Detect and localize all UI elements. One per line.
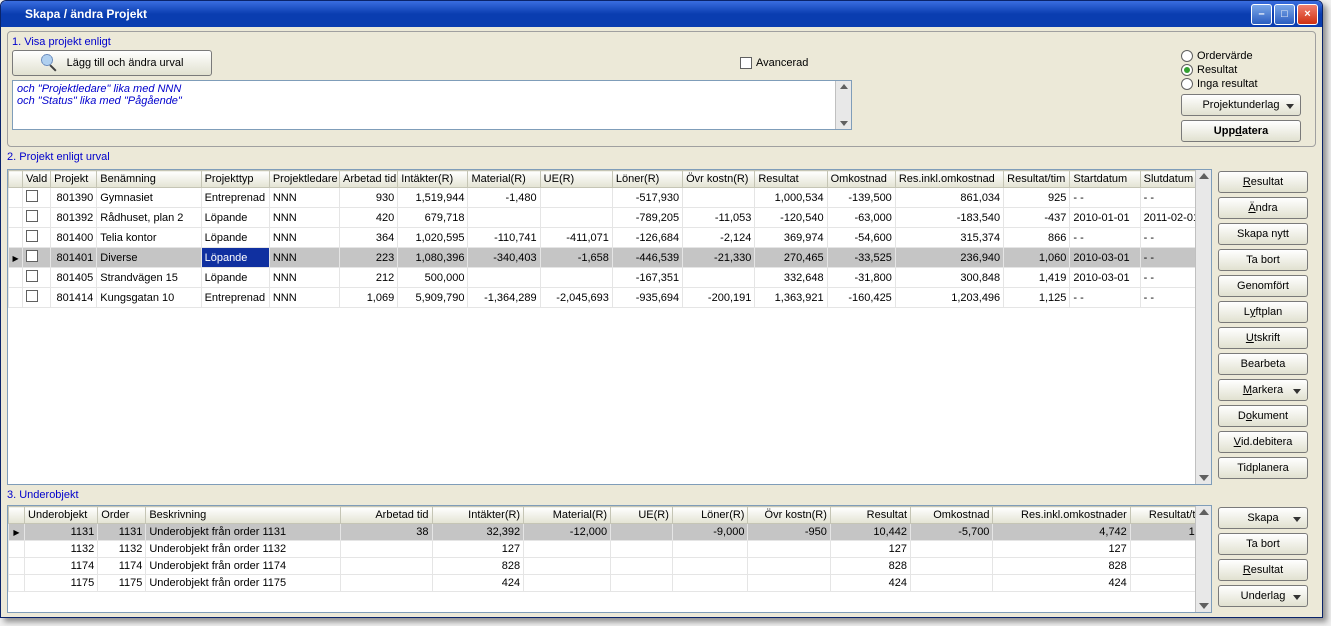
- scrollbar[interactable]: [1195, 170, 1211, 484]
- section3-label: 3. Underobjekt: [7, 489, 1316, 501]
- radio-inga[interactable]: [1181, 78, 1193, 90]
- skapa-button[interactable]: Skapa: [1218, 507, 1308, 529]
- add-filter-button[interactable]: Lägg till och ändra urval: [12, 50, 212, 76]
- app-window: Skapa / ändra Projekt – □ × 1. Visa proj…: [0, 0, 1323, 618]
- window-buttons: – □ ×: [1251, 4, 1318, 25]
- tidplanera-button[interactable]: Tidplanera: [1218, 457, 1308, 479]
- radio-label: Inga resultat: [1197, 78, 1258, 90]
- column-header[interactable]: Omkostnad: [911, 507, 993, 524]
- column-header[interactable]: UE(R): [540, 171, 612, 188]
- row-checkbox[interactable]: [26, 190, 38, 202]
- uppdatera-button[interactable]: Uppdatera: [1181, 120, 1301, 142]
- resultat-button[interactable]: Resultat: [1218, 559, 1308, 581]
- titlebar: Skapa / ändra Projekt – □ ×: [1, 1, 1322, 27]
- column-header[interactable]: Benämning: [97, 171, 201, 188]
- utskrift-button[interactable]: Utskrift: [1218, 327, 1308, 349]
- scrollbar[interactable]: [1195, 506, 1211, 612]
- app-icon: [5, 6, 21, 22]
- table-row[interactable]: 11311131Underobjekt från order 11313832,…: [9, 524, 1211, 541]
- projektunderlag-button[interactable]: Projektunderlag: [1181, 94, 1301, 116]
- table-row[interactable]: 801414Kungsgatan 10EntreprenadNNN1,0695,…: [9, 288, 1211, 308]
- radio-ordervarde[interactable]: [1181, 50, 1193, 62]
- result-mode-radios: Ordervärde Resultat Inga resultat: [1181, 50, 1311, 90]
- table-row[interactable]: 801400Telia kontorLöpandeNNN3641,020,595…: [9, 228, 1211, 248]
- scrollbar[interactable]: [835, 81, 851, 129]
- row-checkbox[interactable]: [26, 270, 38, 282]
- skapa-nytt-button[interactable]: Skapa nytt: [1218, 223, 1308, 245]
- search-icon: [41, 54, 59, 72]
- filter-line: och "Status" lika med "Pågående": [17, 95, 847, 107]
- column-header[interactable]: Order: [98, 507, 146, 524]
- radio-label: Resultat: [1197, 64, 1237, 76]
- underobjekt-side-buttons: Skapa Ta bort Resultat Underlag: [1216, 505, 1316, 613]
- table-row[interactable]: 11741174Underobjekt från order 117482882…: [9, 558, 1211, 575]
- column-header[interactable]: Res.inkl.omkostnader: [993, 507, 1130, 524]
- row-checkbox[interactable]: [26, 250, 38, 262]
- table-row[interactable]: 11321132Underobjekt från order 113212712…: [9, 541, 1211, 558]
- vid-debitera-button[interactable]: Vid.debitera: [1218, 431, 1308, 453]
- dokument-button[interactable]: Dokument: [1218, 405, 1308, 427]
- table-row[interactable]: 801392Rådhuset, plan 2LöpandeNNN420679,7…: [9, 208, 1211, 228]
- column-header[interactable]: Res.inkl.omkostnad: [895, 171, 1003, 188]
- projects-side-buttons: Resultat Ändra Skapa nytt Ta bort Genomf…: [1216, 169, 1316, 485]
- resultat-button[interactable]: Resultat: [1218, 171, 1308, 193]
- column-header[interactable]: Projektledare: [269, 171, 339, 188]
- filter-panel: 1. Visa projekt enligt Lägg till och änd…: [7, 31, 1316, 147]
- add-filter-label: Lägg till och ändra urval: [67, 57, 184, 69]
- column-header[interactable]: Arbetad tid: [340, 507, 432, 524]
- filter-line: och "Projektledare" lika med NNN: [17, 83, 847, 95]
- column-header[interactable]: Löner(R): [672, 507, 748, 524]
- radio-label: Ordervärde: [1197, 50, 1253, 62]
- bearbeta-button[interactable]: Bearbeta: [1218, 353, 1308, 375]
- lyftplan-button[interactable]: Lyftplan: [1218, 301, 1308, 323]
- ta-bort-button[interactable]: Ta bort: [1218, 249, 1308, 271]
- genomfort-button[interactable]: Genomfört: [1218, 275, 1308, 297]
- table-row[interactable]: 801405Strandvägen 15LöpandeNNN212500,000…: [9, 268, 1211, 288]
- column-header[interactable]: Intäkter(R): [398, 171, 468, 188]
- table-row[interactable]: 801390GymnasietEntreprenadNNN9301,519,94…: [9, 188, 1211, 208]
- column-header[interactable]: Arbetad tid: [340, 171, 398, 188]
- projektunderlag-label: Projektunderlag: [1202, 99, 1279, 111]
- column-header[interactable]: Intäkter(R): [432, 507, 524, 524]
- table-row[interactable]: 801401DiverseLöpandeNNN2231,080,396-340,…: [9, 248, 1211, 268]
- advanced-label: Avancerad: [756, 57, 808, 69]
- radio-resultat[interactable]: [1181, 64, 1193, 76]
- minimize-button[interactable]: –: [1251, 4, 1272, 25]
- column-header[interactable]: Underobjekt: [25, 507, 98, 524]
- maximize-button[interactable]: □: [1274, 4, 1295, 25]
- column-header[interactable]: Löner(R): [612, 171, 682, 188]
- table-row[interactable]: 11751175Underobjekt från order 117542442…: [9, 575, 1211, 592]
- column-header[interactable]: Resultat: [830, 507, 910, 524]
- row-checkbox[interactable]: [26, 290, 38, 302]
- column-header[interactable]: Startdatum: [1070, 171, 1140, 188]
- column-header[interactable]: Material(R): [524, 507, 611, 524]
- column-header[interactable]: Resultat/tim: [1004, 171, 1070, 188]
- markera-button[interactable]: Markera: [1218, 379, 1308, 401]
- row-checkbox[interactable]: [26, 210, 38, 222]
- underobjekt-grid[interactable]: UnderobjektOrderBeskrivningArbetad tidIn…: [7, 505, 1212, 613]
- filter-text-box[interactable]: och "Projektledare" lika med NNN och "St…: [12, 80, 852, 130]
- content-area: 1. Visa projekt enligt Lägg till och änd…: [1, 27, 1322, 617]
- column-header[interactable]: UE(R): [611, 507, 673, 524]
- column-header[interactable]: Övr kostn(R): [683, 171, 755, 188]
- row-checkbox[interactable]: [26, 230, 38, 242]
- column-header[interactable]: Beskrivning: [146, 507, 341, 524]
- underlag-button[interactable]: Underlag: [1218, 585, 1308, 607]
- projects-grid[interactable]: ValdProjektBenämningProjekttypProjektled…: [7, 169, 1212, 485]
- column-header[interactable]: Omkostnad: [827, 171, 895, 188]
- close-button[interactable]: ×: [1297, 4, 1318, 25]
- column-header[interactable]: Resultat: [755, 171, 827, 188]
- column-header[interactable]: Material(R): [468, 171, 540, 188]
- advanced-checkbox[interactable]: [740, 57, 752, 69]
- ta-bort-button[interactable]: Ta bort: [1218, 533, 1308, 555]
- andra-button[interactable]: Ändra: [1218, 197, 1308, 219]
- column-header[interactable]: Projekt: [51, 171, 97, 188]
- window-title: Skapa / ändra Projekt: [25, 7, 1251, 21]
- column-header[interactable]: Övr kostn(R): [748, 507, 830, 524]
- section2-label: 2. Projekt enligt urval: [7, 151, 1316, 163]
- column-header[interactable]: Vald: [23, 171, 51, 188]
- section1-label: 1. Visa projekt enligt: [12, 36, 1311, 48]
- column-header[interactable]: Projekttyp: [201, 171, 269, 188]
